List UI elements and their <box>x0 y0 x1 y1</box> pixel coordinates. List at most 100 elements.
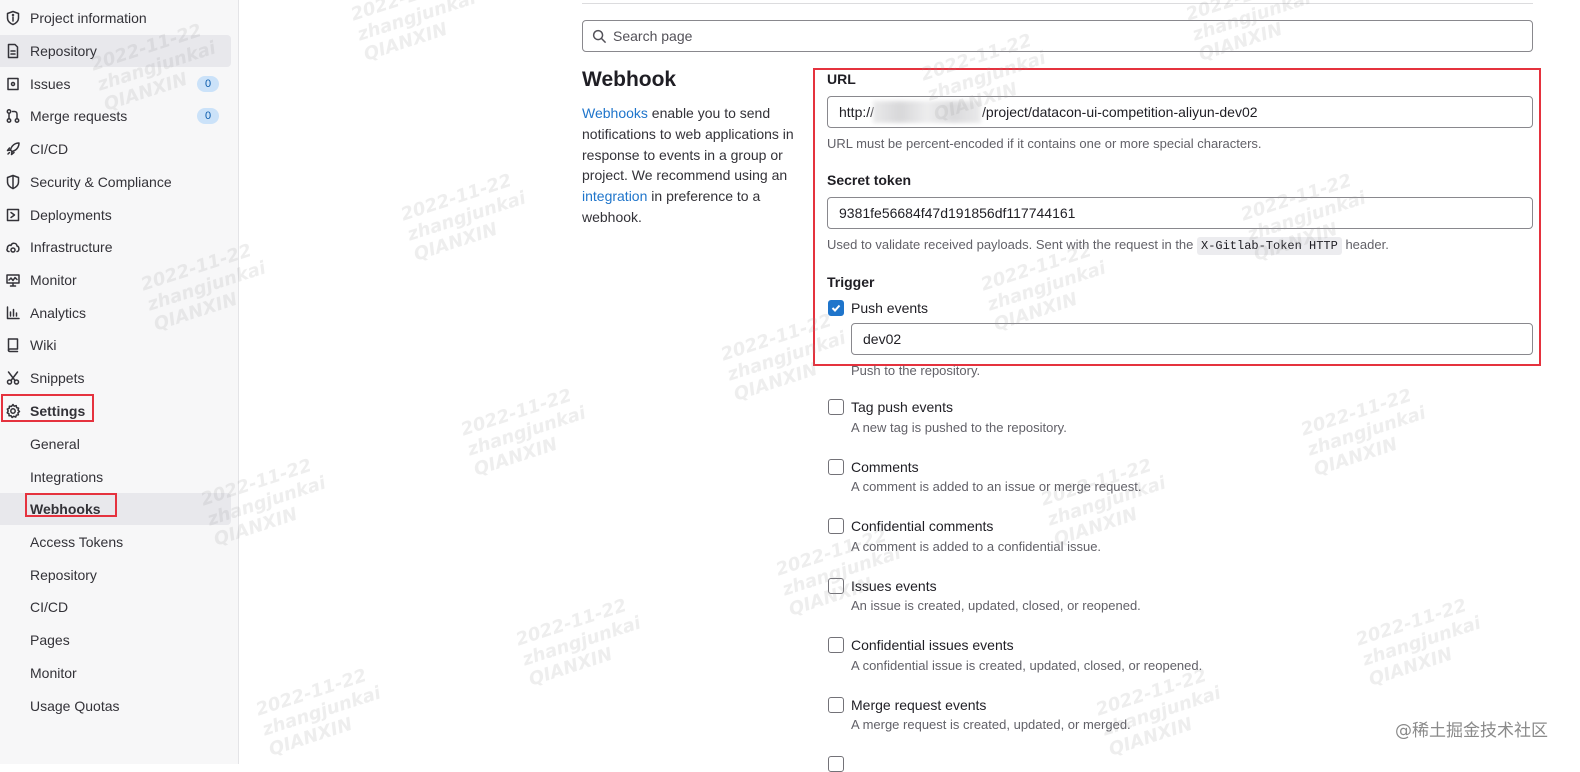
sidebar-item-label: Deployments <box>30 207 112 223</box>
watermark-user: zhangjunkai <box>404 187 529 246</box>
watermark-date: 2022-11-22 <box>253 665 370 721</box>
watermark-org: QIANXIN <box>1366 643 1456 691</box>
sidebar-item-label: Security & Compliance <box>30 174 172 190</box>
url-help-text: URL must be percent-encoded if it contai… <box>827 136 1262 151</box>
sidebar-item-label: Monitor <box>30 272 77 288</box>
search-input[interactable] <box>611 27 1515 45</box>
settings-sub-repository[interactable]: Repository <box>0 559 231 591</box>
monitor-icon <box>5 272 21 288</box>
checkmark-icon <box>831 304 841 312</box>
search-page-box[interactable] <box>582 20 1533 52</box>
integration-link[interactable]: integration <box>582 188 647 204</box>
sidebar-item-label: Settings <box>30 403 86 419</box>
secret-token-label: Secret token <box>827 172 912 188</box>
settings-sub-ci-cd[interactable]: CI/CD <box>0 591 231 623</box>
watermark: 2022-11-22zhangjunkaiQIANXIN <box>348 0 485 65</box>
secret-token-input[interactable] <box>827 197 1533 229</box>
sidebar-item-snippets[interactable]: Snippets <box>0 362 231 394</box>
url-label: URL <box>827 71 856 87</box>
issues-icon <box>5 76 21 92</box>
settings-sub-general[interactable]: General <box>0 428 231 460</box>
merge-requests-count-badge: 0 <box>197 108 219 124</box>
watermark-org: QIANXIN <box>1311 433 1401 481</box>
sidebar-item-label: Project information <box>30 10 147 26</box>
push-events-checkbox[interactable] <box>828 300 844 316</box>
settings-sub-label: CI/CD <box>30 599 69 615</box>
watermark-date: 2022-11-22 <box>458 385 575 441</box>
sidebar-item-label: Merge requests <box>30 108 128 124</box>
settings-sub-label: General <box>30 436 80 452</box>
watermark: 2022-11-22zhangjunkaiQIANXIN <box>1353 593 1490 691</box>
tag-push-events-checkbox[interactable] <box>828 399 844 415</box>
watermark-user: zhangjunkai <box>984 257 1109 316</box>
watermark-date: 2022-11-22 <box>513 595 630 651</box>
settings-sub-label: Integrations <box>30 469 104 485</box>
sidebar-item-project-information[interactable]: Project information <box>0 2 231 34</box>
secret-token-help: Used to validate received payloads. Sent… <box>827 237 1389 255</box>
watermark-user: zhangjunkai <box>519 612 644 671</box>
sidebar-item-merge-requests[interactable]: Merge requests 0 <box>0 100 231 132</box>
sidebar-item-label: CI/CD <box>30 141 69 157</box>
webhook-description: Webhooks enable you to send notification… <box>582 103 802 228</box>
merge-request-events-help: A merge request is created, updated, or … <box>851 717 1131 732</box>
merge-request-icon <box>5 108 21 124</box>
header-code: X-Gitlab-Token HTTP <box>1197 237 1342 255</box>
issues-events-label: Issues events <box>851 578 937 594</box>
watermark: 2022-11-22zhangjunkaiQIANXIN <box>1093 663 1230 760</box>
push-branch-filter-input[interactable] <box>851 323 1533 355</box>
settings-sub-pages[interactable]: Pages <box>0 624 231 656</box>
rocket-icon <box>5 141 21 157</box>
top-divider <box>582 3 1533 4</box>
watermark-date: 2022-11-22 <box>1353 595 1470 651</box>
settings-sub-webhooks[interactable]: Webhooks <box>0 493 231 525</box>
gear-icon <box>5 403 21 419</box>
sidebar-item-ci-cd[interactable]: CI/CD <box>0 133 231 165</box>
sidebar-item-security-compliance[interactable]: Security & Compliance <box>0 166 231 198</box>
help-text: header. <box>1341 237 1389 252</box>
settings-sub-label: Pages <box>30 632 70 648</box>
settings-sub-label: Access Tokens <box>30 534 124 550</box>
sidebar-item-wiki[interactable]: Wiki <box>0 329 231 361</box>
watermark-date: 2022-11-22 <box>348 0 472 26</box>
push-events-label: Push events <box>851 300 929 316</box>
sidebar: Project information Repository Issues 0 … <box>0 0 239 764</box>
issues-events-help: An issue is created, updated, closed, or… <box>851 598 1141 613</box>
confidential-comments-help: A comment is added to a confidential iss… <box>851 539 1102 554</box>
sidebar-item-label: Wiki <box>30 337 57 353</box>
watermark-org: QIANXIN <box>526 643 616 691</box>
sidebar-item-issues[interactable]: Issues 0 <box>0 68 231 100</box>
info-icon <box>5 10 21 26</box>
watermark-org: QIANXIN <box>411 218 501 266</box>
sidebar-item-settings[interactable]: Settings <box>0 395 231 427</box>
settings-sub-usage-quotas[interactable]: Usage Quotas <box>0 690 231 722</box>
merge-request-events-checkbox[interactable] <box>828 697 844 713</box>
sidebar-item-label: Infrastructure <box>30 239 113 255</box>
webhooks-doc-link[interactable]: Webhooks <box>582 105 648 121</box>
watermark-user: zhangjunkai <box>1304 402 1429 461</box>
url-input[interactable]: http:// /project/datacon-ui-competition-a… <box>827 96 1533 128</box>
settings-sub-monitor[interactable]: Monitor <box>0 657 231 689</box>
sidebar-item-monitor[interactable]: Monitor <box>0 264 231 296</box>
help-text: Used to validate received payloads. Sent… <box>827 237 1197 252</box>
settings-sub-integrations[interactable]: Integrations <box>0 461 231 493</box>
issues-events-checkbox[interactable] <box>828 578 844 594</box>
watermark-org: QIANXIN <box>266 713 356 761</box>
watermark: 2022-11-22zhangjunkaiQIANXIN <box>398 168 535 266</box>
scissors-icon <box>5 370 21 386</box>
comments-checkbox[interactable] <box>828 459 844 475</box>
sidebar-item-label: Issues <box>30 76 71 92</box>
next-trigger-checkbox[interactable] <box>828 756 844 772</box>
sidebar-item-label: Analytics <box>30 305 87 321</box>
sidebar-item-analytics[interactable]: Analytics <box>0 297 231 329</box>
tag-push-events-label: Tag push events <box>851 399 953 415</box>
confidential-issues-events-checkbox[interactable] <box>828 637 844 653</box>
trigger-label: Trigger <box>827 274 875 290</box>
watermark-user: zhangjunkai <box>354 0 479 46</box>
sidebar-item-infrastructure[interactable]: Infrastructure <box>0 231 231 263</box>
watermark-org: QIANXIN <box>361 18 451 66</box>
url-suffix: /project/datacon-ui-competition-aliyun-d… <box>982 104 1258 120</box>
sidebar-item-deployments[interactable]: Deployments <box>0 199 231 231</box>
confidential-comments-checkbox[interactable] <box>828 518 844 534</box>
settings-sub-access-tokens[interactable]: Access Tokens <box>0 526 231 558</box>
sidebar-item-repository[interactable]: Repository <box>0 35 231 67</box>
